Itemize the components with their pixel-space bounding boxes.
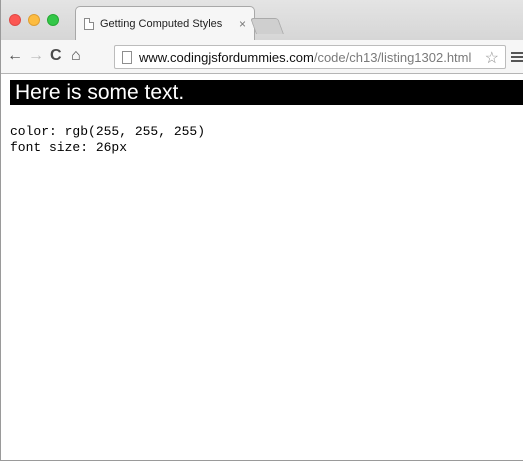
page-icon xyxy=(84,18,94,30)
styled-text-banner: Here is some text. xyxy=(10,80,523,105)
tab-close-icon[interactable]: × xyxy=(239,17,246,31)
maximize-window-button[interactable] xyxy=(47,14,59,26)
new-tab-button[interactable] xyxy=(250,18,284,34)
close-window-button[interactable] xyxy=(9,14,21,26)
home-icon[interactable]: ⌂ xyxy=(71,47,81,65)
page-content: Here is some text. color: rgb(255, 255, … xyxy=(10,74,523,460)
menu-icon[interactable] xyxy=(511,52,523,63)
tab-strip: Getting Computed Styles × xyxy=(1,0,523,40)
url-text[interactable]: www.codingjsfordummies.com/code/ch13/lis… xyxy=(139,50,471,65)
toolbar: ← → C ⌂ www.codingjsfordummies.com/code/… xyxy=(1,40,523,74)
forward-icon[interactable]: → xyxy=(28,47,44,65)
address-bar[interactable]: www.codingjsfordummies.com/code/ch13/lis… xyxy=(114,45,506,69)
color-output-line: color: rgb(255, 255, 255) xyxy=(10,124,206,139)
browser-window: Getting Computed Styles × ← → C ⌂ www.co… xyxy=(0,0,523,461)
url-host: www.codingjsfordummies.com xyxy=(139,50,314,65)
url-path: /code/ch13/listing1302.html xyxy=(313,50,472,65)
minimize-window-button[interactable] xyxy=(28,14,40,26)
computed-style-output: color: rgb(255, 255, 255) font size: 26p… xyxy=(10,124,205,156)
tab-getting-computed-styles[interactable]: Getting Computed Styles × xyxy=(75,6,255,40)
reload-icon[interactable]: C xyxy=(50,47,62,65)
font-size-output-line: font size: 26px xyxy=(10,140,128,155)
tab-title: Getting Computed Styles xyxy=(100,18,223,30)
back-icon[interactable]: ← xyxy=(7,47,23,65)
bookmark-star-icon[interactable]: ☆ xyxy=(485,48,499,68)
page-info-icon[interactable] xyxy=(122,51,132,64)
